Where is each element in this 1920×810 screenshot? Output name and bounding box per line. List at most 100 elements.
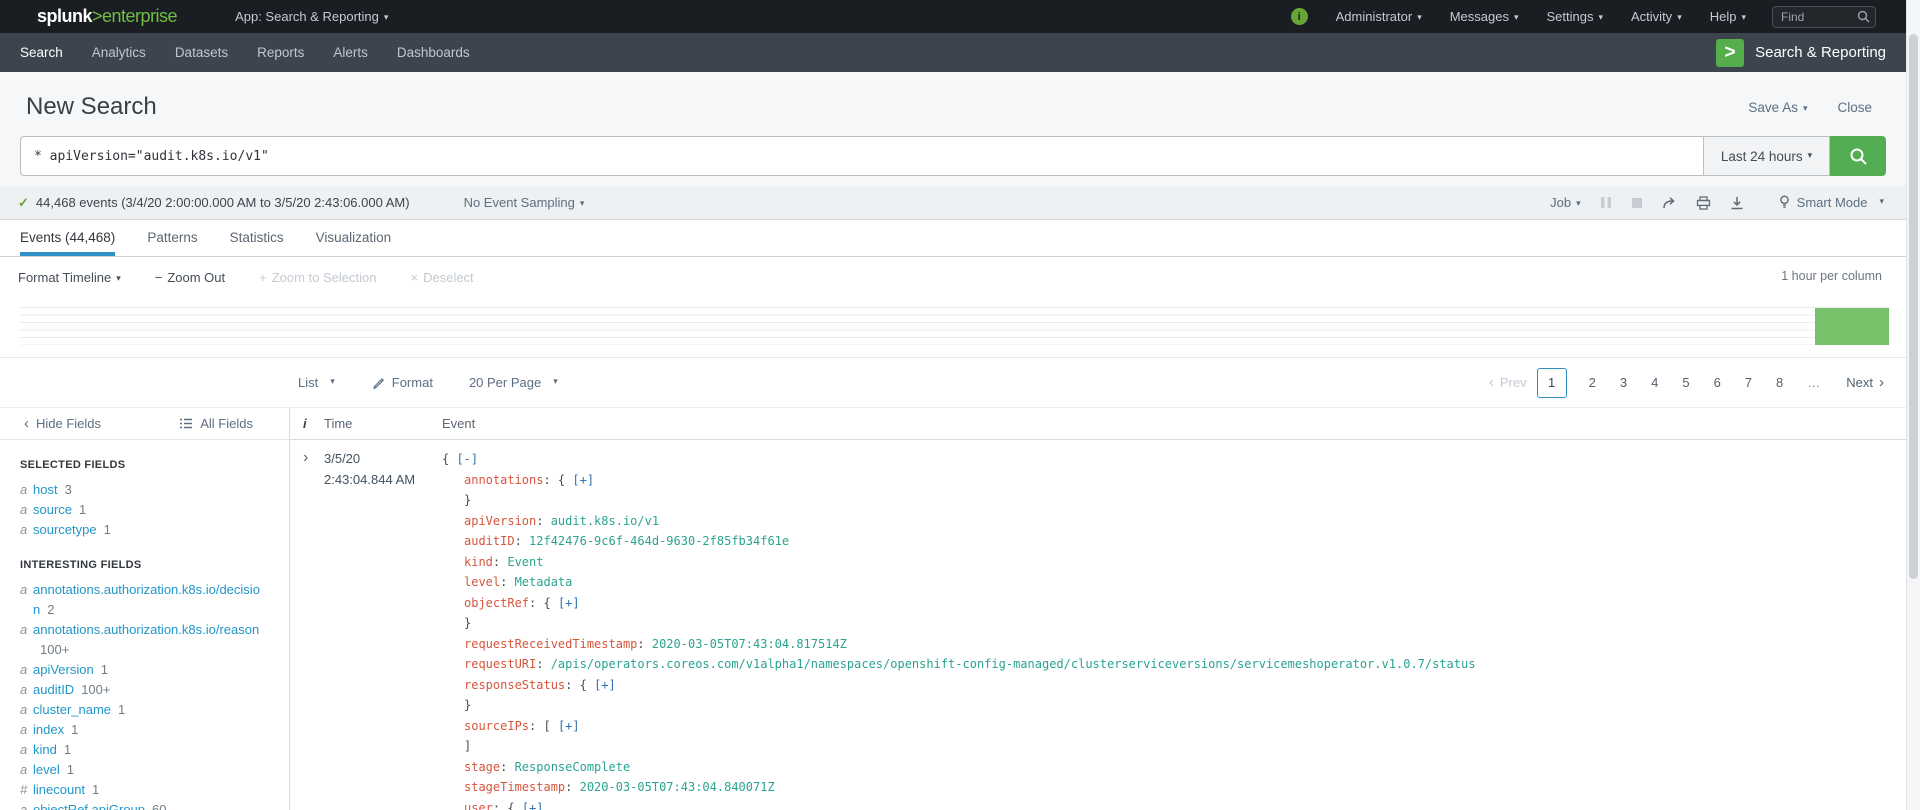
field-item-sourcetype[interactable]: asourcetype1 bbox=[0, 520, 289, 540]
prev-page-button[interactable]: ‹Prev bbox=[1489, 375, 1527, 390]
nav-item-search[interactable]: Search bbox=[20, 45, 63, 60]
field-item-auditID[interactable]: aauditID100+ bbox=[0, 680, 289, 700]
pause-icon[interactable] bbox=[1600, 196, 1612, 209]
find-box bbox=[1772, 6, 1876, 28]
job-menu[interactable]: Job▾ bbox=[1550, 195, 1581, 210]
json-punctuation: : { bbox=[529, 596, 558, 610]
field-item-linecount[interactable]: #linecount1 bbox=[0, 780, 289, 800]
caret-down-icon: ▾ bbox=[330, 376, 335, 387]
json-line: requestReceivedTimestamp: 2020-03-05T07:… bbox=[442, 634, 1906, 655]
next-page-button[interactable]: Next› bbox=[1846, 375, 1884, 390]
json-expand-link[interactable]: [+] bbox=[558, 719, 580, 733]
search-mode-menu[interactable]: Smart Mode▾ bbox=[1779, 195, 1884, 210]
tab-patterns[interactable]: Patterns bbox=[147, 220, 197, 256]
page-2[interactable]: 2 bbox=[1577, 375, 1608, 390]
field-item-annotations-authorization-k8s-io-reason[interactable]: aannotations.authorization.k8s.io/reason… bbox=[0, 620, 289, 660]
search-icon bbox=[1849, 147, 1868, 166]
json-key: sourceIPs bbox=[464, 719, 529, 733]
per-page-menu[interactable]: 20 Per Page▾ bbox=[469, 375, 558, 390]
page-8[interactable]: 8 bbox=[1764, 375, 1795, 390]
zoom-to-selection-button[interactable]: +Zoom to Selection bbox=[259, 270, 376, 285]
field-name: annotations.authorization.k8s.io/reason bbox=[33, 622, 259, 637]
page-6[interactable]: 6 bbox=[1702, 375, 1733, 390]
menu-settings[interactable]: Settings▾ bbox=[1547, 9, 1604, 24]
menu-activity[interactable]: Activity▾ bbox=[1631, 9, 1682, 24]
field-item-index[interactable]: aindex1 bbox=[0, 720, 289, 740]
search-query-input[interactable] bbox=[20, 136, 1703, 176]
event-sampling-menu[interactable]: No Event Sampling▾ bbox=[464, 195, 585, 210]
export-icon[interactable] bbox=[1730, 196, 1744, 210]
results-toolbar: List▾ Format 20 Per Page▾ ‹Prev 12345678… bbox=[0, 358, 1906, 407]
deselect-button[interactable]: ×Deselect bbox=[411, 270, 474, 285]
page-3[interactable]: 3 bbox=[1608, 375, 1639, 390]
field-item-cluster-name[interactable]: acluster_name1 bbox=[0, 700, 289, 720]
json-punctuation: : bbox=[515, 534, 529, 548]
events-table-header: i Time Event bbox=[290, 408, 1906, 440]
tab-statistics[interactable]: Statistics bbox=[230, 220, 284, 256]
field-item-annotations-authorization-k8s-io-decision[interactable]: aannotations.authorization.k8s.io/decisi… bbox=[0, 580, 289, 620]
info-icon[interactable]: i bbox=[1291, 8, 1308, 25]
splunk-logo[interactable]: splunk>enterprise bbox=[37, 6, 177, 27]
json-expand-link[interactable]: [+] bbox=[594, 678, 616, 692]
expand-event-icon[interactable]: › bbox=[303, 449, 308, 466]
hide-fields-button[interactable]: ‹Hide Fields bbox=[24, 416, 101, 431]
nav-item-analytics[interactable]: Analytics bbox=[92, 45, 146, 60]
nav-item-reports[interactable]: Reports bbox=[257, 45, 304, 60]
json-line: { [-] bbox=[442, 449, 1906, 470]
search-reporting-app-icon[interactable]: > bbox=[1716, 39, 1744, 67]
menu-help[interactable]: Help▾ bbox=[1710, 9, 1746, 24]
time-range-label: Last 24 hours bbox=[1721, 149, 1803, 164]
format-menu[interactable]: Format bbox=[371, 375, 433, 390]
json-expand-link[interactable]: [+] bbox=[558, 596, 580, 610]
selected-fields-header: SELECTED FIELDS bbox=[20, 459, 289, 471]
page-5[interactable]: 5 bbox=[1670, 375, 1701, 390]
lightbulb-icon bbox=[1779, 195, 1790, 210]
field-item-level[interactable]: alevel1 bbox=[0, 760, 289, 780]
page-7[interactable]: 7 bbox=[1733, 375, 1764, 390]
save-as-button[interactable]: Save As▾ bbox=[1748, 100, 1807, 115]
per-page-label: 20 Per Page bbox=[469, 375, 541, 390]
scrollbar-thumb[interactable] bbox=[1909, 34, 1918, 579]
field-count: 1 bbox=[118, 702, 125, 717]
page-4[interactable]: 4 bbox=[1639, 375, 1670, 390]
results-tabs: Events (44,468) Patterns Statistics Visuali… bbox=[0, 220, 1906, 257]
nav-item-datasets[interactable]: Datasets bbox=[175, 45, 228, 60]
nav-item-dashboards[interactable]: Dashboards bbox=[397, 45, 470, 60]
tab-visualization[interactable]: Visualization bbox=[316, 220, 392, 256]
share-icon[interactable] bbox=[1662, 196, 1677, 210]
field-item-source[interactable]: asource1 bbox=[0, 500, 289, 520]
tab-events[interactable]: Events (44,468) bbox=[20, 220, 115, 256]
menu-administrator[interactable]: Administrator▾ bbox=[1336, 9, 1422, 24]
app-menu[interactable]: App: Search & Reporting▾ bbox=[235, 9, 388, 24]
all-fields-button[interactable]: All Fields bbox=[179, 416, 253, 431]
time-range-picker[interactable]: Last 24 hours▾ bbox=[1703, 136, 1830, 176]
timeline-bar[interactable] bbox=[1815, 308, 1889, 345]
format-timeline-menu[interactable]: Format Timeline▾ bbox=[18, 270, 121, 285]
json-expand-link[interactable]: [-] bbox=[456, 452, 478, 466]
zoom-out-button[interactable]: −Zoom Out bbox=[155, 270, 225, 285]
print-icon[interactable] bbox=[1696, 196, 1711, 210]
json-expand-link[interactable]: [+] bbox=[522, 801, 544, 810]
nav-item-alerts[interactable]: Alerts bbox=[333, 45, 368, 60]
field-name: cluster_name bbox=[33, 702, 111, 717]
event-date: 3/5/20 bbox=[324, 449, 440, 470]
json-expand-link[interactable]: [+] bbox=[572, 473, 594, 487]
event-clock: 2:43:04.844 AM bbox=[324, 470, 440, 491]
field-item-host[interactable]: ahost3 bbox=[0, 480, 289, 500]
app-nav-bar: Search Analytics Datasets Reports Alerts Dash… bbox=[0, 33, 1906, 72]
search-button[interactable] bbox=[1830, 136, 1886, 176]
json-key: objectRef bbox=[464, 596, 529, 610]
results-main: ‹Hide Fields All Fields SELECTED FIELDS … bbox=[0, 407, 1906, 810]
stop-icon[interactable] bbox=[1631, 197, 1643, 209]
field-item-objectRef-apiGroup[interactable]: aobjectRef.apiGroup60 bbox=[0, 800, 289, 810]
field-name: level bbox=[33, 762, 60, 777]
field-item-kind[interactable]: akind1 bbox=[0, 740, 289, 760]
field-item-apiVersion[interactable]: aapiVersion1 bbox=[0, 660, 289, 680]
close-button[interactable]: Close bbox=[1837, 100, 1872, 115]
prev-label: Prev bbox=[1500, 375, 1527, 390]
page-1[interactable]: 1 bbox=[1537, 368, 1567, 398]
menu-messages-label: Messages bbox=[1450, 9, 1509, 24]
list-view-menu[interactable]: List▾ bbox=[298, 375, 335, 390]
menu-messages[interactable]: Messages▾ bbox=[1450, 9, 1519, 24]
json-value: Event bbox=[507, 555, 543, 569]
